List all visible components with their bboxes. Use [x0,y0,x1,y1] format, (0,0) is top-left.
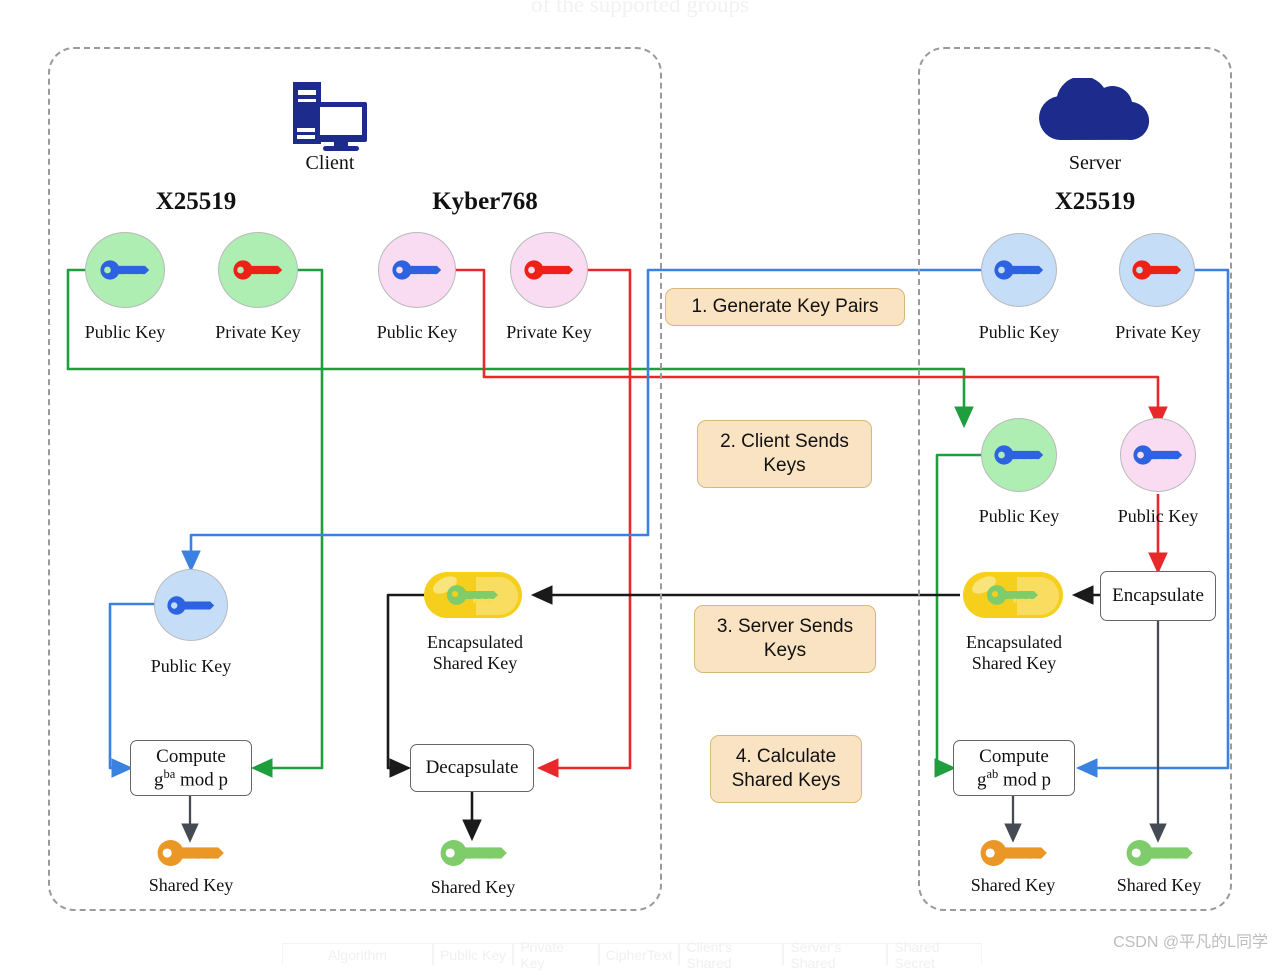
step-1-generate-key-pairs: 1. Generate Key Pairs [665,288,905,326]
server-received-kyber-public-key-circle[interactable] [1120,418,1196,492]
client-algorithm-x25519-title: X25519 [155,188,237,215]
key-icon [446,585,499,605]
client-x25519-shared-key-label: Shared Key [148,875,234,895]
key-icon [986,585,1039,605]
server-kyber-shared-key-label: Shared Key [1116,875,1202,895]
step-3-server-sends-keys: 3. Server Sends Keys [694,605,876,673]
key-icon [157,839,224,867]
compute-base: g [153,769,164,791]
server-x25519-public-key-circle[interactable] [981,233,1057,307]
encapsulate-box[interactable]: Encapsulate [1100,571,1216,621]
desktop-computer-icon [293,82,367,151]
key-icon [1132,260,1182,280]
compute-base: g [976,769,987,791]
client-kyber-private-key-circle[interactable] [510,232,588,308]
client-x25519-shared-key [157,838,225,868]
key-icon [1126,839,1193,867]
server-received-x25519-public-key-label: Public Key [978,506,1060,526]
key-icon [392,260,442,280]
key-icon [994,260,1044,280]
client-kyber-public-key-label: Public Key [376,322,458,342]
server-x25519-shared-key-label: Shared Key [970,875,1056,895]
compute-tail: mod p [998,769,1052,791]
client-received-public-key-label: Public Key [150,656,232,676]
cloud-icon [1039,76,1150,141]
client-x25519-private-key-circle[interactable] [218,232,298,308]
server-device-label: Server [1068,152,1122,174]
watermark: CSDN @平凡的L同学 [1113,934,1268,951]
client-kyber-public-key-circle[interactable] [378,232,456,308]
step-2-client-sends-keys: 2. Client Sends Keys [697,420,872,488]
server-encapsulated-shared-key[interactable] [963,572,1063,618]
client-x25519-public-key-label: Public Key [84,322,166,342]
server-x25519-private-key-circle[interactable] [1119,233,1195,307]
server-encapsulated-shared-key-label: Encapsulated Shared Key [944,632,1084,673]
server-compute-box[interactable]: Compute gab mod p [953,740,1075,796]
compute-tail: mod p [175,769,229,791]
enc-label-line1: Encapsulated [427,632,523,652]
server-x25519-public-key-label: Public Key [978,322,1060,342]
client-encapsulated-shared-key-label: Encapsulated Shared Key [405,632,545,673]
step-4-calculate-shared-keys: 4. Calculate Shared Keys [710,735,862,803]
key-icon [100,260,150,280]
client-kyber-shared-key-label: Shared Key [430,877,516,897]
server-device [1030,76,1160,156]
key-icon [1133,445,1183,465]
key-icon [980,839,1047,867]
key-icon [440,839,507,867]
enc-label-line2: Shared Key [432,652,518,673]
client-compute-box[interactable]: Compute gba mod p [130,740,252,796]
enc-label-line1: Encapsulated [966,632,1062,652]
client-algorithm-kyber768-title: Kyber768 [432,188,538,215]
server-received-x25519-public-key-circle[interactable] [981,418,1057,492]
client-kyber-private-key-label: Private Key [506,322,592,342]
server-compute-formula: gab mod p [977,767,1051,791]
server-compute-line1: Compute [979,745,1049,767]
client-encapsulated-shared-key[interactable] [424,572,522,618]
client-received-public-key-circle[interactable] [154,569,228,641]
key-icon [994,445,1044,465]
compute-exponent: ba [163,766,176,781]
server-algorithm-x25519-title: X25519 [1054,188,1136,215]
client-x25519-private-key-label: Private Key [215,322,301,342]
decapsulate-box[interactable]: Decapsulate [410,744,534,792]
server-x25519-private-key-label: Private Key [1115,322,1201,342]
enc-label-line2: Shared Key [971,652,1057,673]
compute-exponent: ab [986,766,999,781]
client-x25519-public-key-circle[interactable] [85,232,165,308]
server-received-kyber-public-key-label: Public Key [1117,506,1199,526]
client-compute-line1: Compute [156,745,226,767]
client-kyber-shared-key [440,838,508,868]
key-icon [233,260,283,280]
key-icon [167,595,215,615]
cut-off-summary-table: Algorithm Public Key Private Key CipherT… [282,939,982,971]
client-device-label: Client [305,152,355,174]
key-icon [524,260,574,280]
client-compute-formula: gba mod p [154,767,228,791]
server-kyber-shared-key [1126,838,1194,868]
server-x25519-shared-key [980,838,1048,868]
